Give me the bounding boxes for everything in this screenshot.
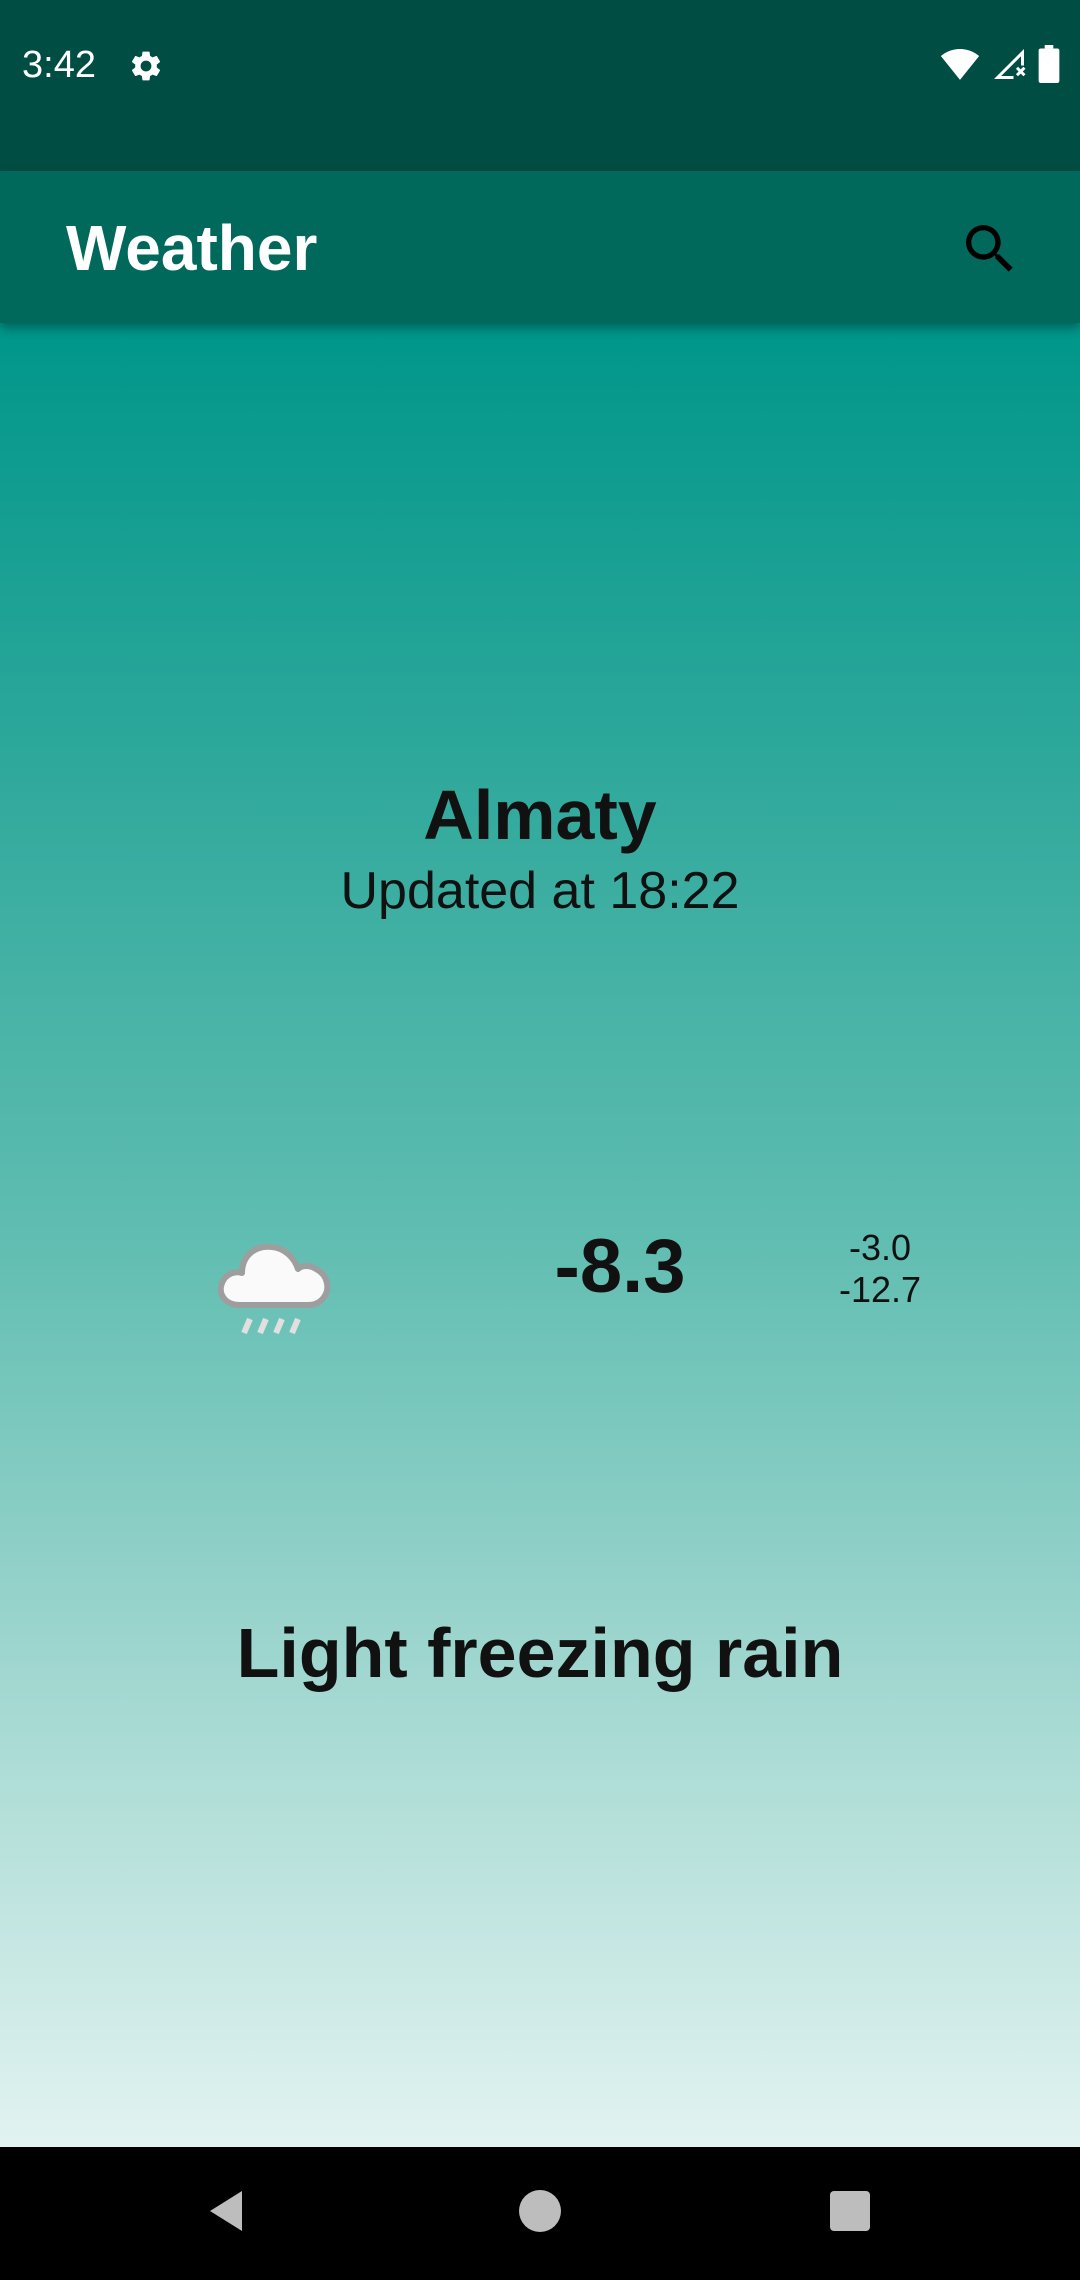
min-temperature: -12.7: [838, 1269, 922, 1310]
battery-icon: [1038, 44, 1060, 88]
app-bar: Weather: [0, 171, 1080, 323]
updated-time: Updated at 18:22: [340, 862, 740, 920]
wifi-icon: [940, 47, 980, 86]
back-icon: [206, 2189, 246, 2238]
freezing-rain-cloud-icon: [210, 1225, 340, 1345]
recents-icon: [830, 2190, 870, 2236]
home-icon: [519, 2189, 561, 2237]
home-button[interactable]: [500, 2173, 580, 2253]
settings-gear-icon: [128, 48, 164, 84]
weather-content: Almaty Updated at 18:22 -8.3 -3.0 -12.7 …: [0, 323, 1080, 2147]
status-icons: [940, 44, 1060, 88]
current-temperature: -8.3: [554, 1224, 686, 1309]
weather-description: Light freezing rain: [236, 1614, 844, 1692]
status-bar: 3:42: [0, 0, 1080, 171]
system-nav-bar: [0, 2147, 1080, 2280]
city-name: Almaty: [423, 776, 657, 854]
back-button[interactable]: [186, 2173, 266, 2253]
recents-button[interactable]: [810, 2173, 890, 2253]
search-icon: [958, 217, 1022, 286]
status-time: 3:42: [22, 44, 96, 86]
app-title: Weather: [66, 212, 318, 284]
search-button[interactable]: [950, 211, 1030, 291]
max-temperature: -3.0: [848, 1227, 912, 1268]
cell-signal-no-service-icon: [990, 46, 1028, 87]
